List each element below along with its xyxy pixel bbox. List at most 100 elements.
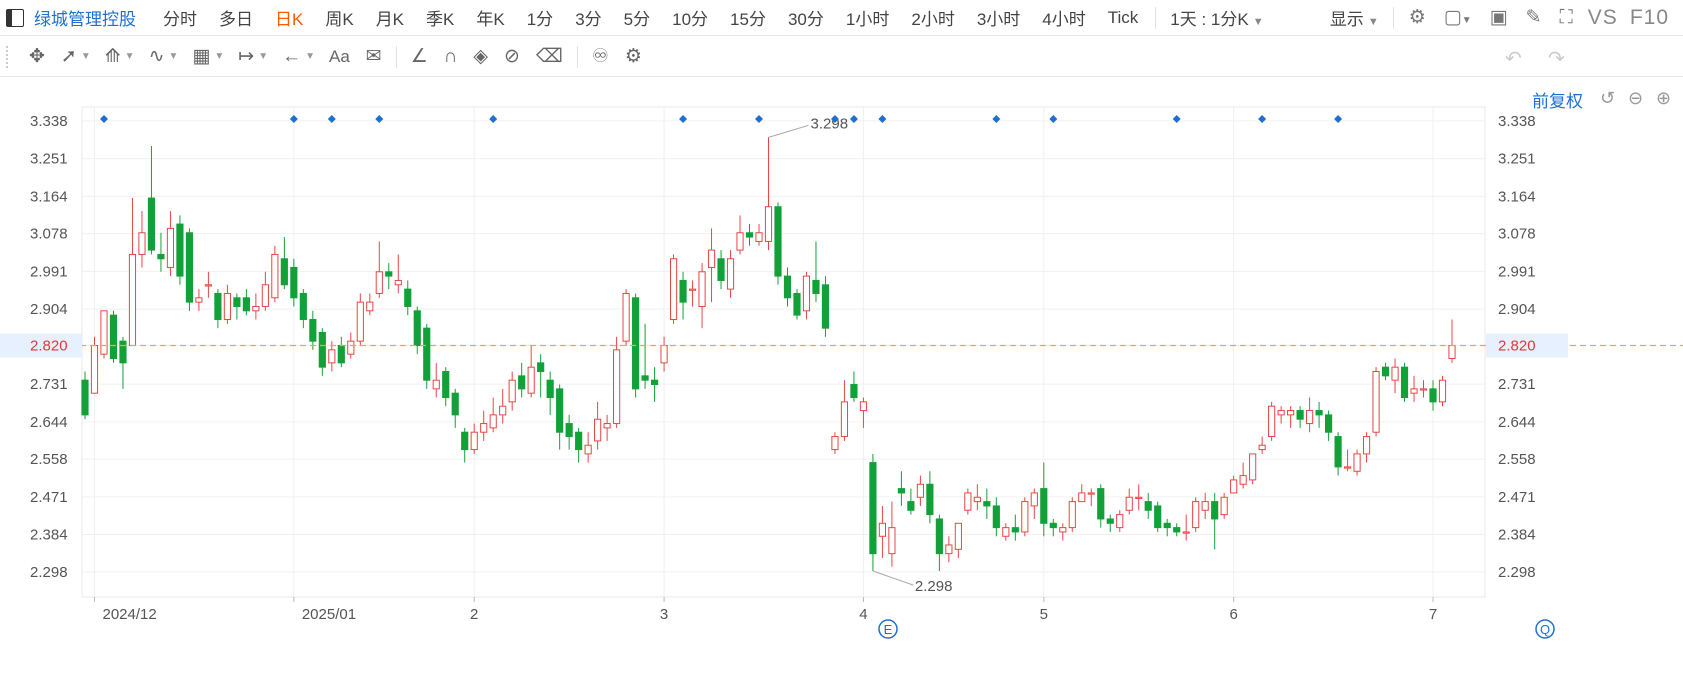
stock-name[interactable]: 绿城管理控股 [34,5,136,30]
period-tab[interactable]: 多日 [208,5,264,30]
candle-body [527,366,535,394]
candle-body [622,292,630,342]
y-tick-label: 2.904 [30,301,68,318]
toolbar-divider [395,45,397,68]
crosshair-move-icon[interactable]: ✥ [29,45,45,68]
y-tick-label: 2.991 [30,263,68,280]
candle-body [1249,453,1257,481]
lock-drawing-icon[interactable]: ◈ [473,45,488,68]
vs-compare-button[interactable]: VS [1588,6,1618,30]
event-marker-q[interactable]: Q [1535,619,1555,639]
y-tick-label: 2.384 [30,527,68,544]
y-tick-label-right: 3.164 [1498,188,1536,205]
settings-gear-icon[interactable]: ⚙ [1409,6,1426,29]
event-marker-e[interactable]: E [878,619,898,639]
camera-icon[interactable]: ▣ [1490,6,1508,29]
period-tab[interactable]: 分时 [152,5,208,30]
fibonacci-tool-icon[interactable]: ▦ [192,45,210,68]
candle-body [366,301,374,312]
drag-handle[interactable] [6,45,11,68]
candle-body [897,488,905,494]
layout-square-icon[interactable]: ▢▼ [1444,6,1472,29]
period-tab[interactable]: 日K [264,5,314,30]
candle-body [584,444,592,455]
period-tab[interactable]: 4小时 [1031,5,1096,30]
candle-body [1201,501,1209,511]
candle-body [328,349,336,364]
candlestick-chart[interactable]: 3.338 3.338 3.251 3.251 3.164 3.164 3.078 3.078… [0,77,1683,676]
candle-body [1059,527,1067,533]
candle-body [783,275,792,299]
toolbar-divider [1155,6,1157,29]
hide-drawing-icon[interactable]: ⊘ [504,45,520,68]
period-tab[interactable]: 30分 [777,5,835,30]
chevron-down-icon[interactable]: ▼ [81,51,91,62]
undo-icon[interactable]: ↶ [1505,46,1522,71]
low-price-label: 2.298 [915,578,953,595]
period-tab[interactable]: 10分 [661,5,719,30]
trash-icon[interactable]: ⌫ [536,45,563,68]
y-tick-label: 2.644 [30,414,68,431]
link-toggle-icon[interactable]: ♾ [592,45,609,68]
candle-body [280,258,288,286]
candle-body [1372,371,1380,433]
chevron-down-icon[interactable]: ▼ [305,51,315,62]
period-tab[interactable]: 15分 [719,5,777,30]
pencil-icon[interactable]: ✎ [1526,6,1542,29]
period-tab[interactable]: 2小时 [900,5,965,30]
candle-body [954,522,962,550]
measure-tool-icon[interactable]: ↦ [238,45,254,68]
chevron-down-icon[interactable]: ▼ [258,51,268,62]
drawing-settings-icon[interactable]: ⚙ [625,45,642,68]
arrow-tool-icon[interactable]: ← [282,46,301,68]
dividend-diamond [755,115,764,123]
candle-body [1287,410,1295,416]
candle-body [404,288,412,307]
candle-body [650,379,659,386]
period-tab[interactable]: 3小时 [966,5,1031,30]
candle-body [309,318,317,342]
period-tab[interactable]: 1小时 [835,5,900,30]
candle-body [347,340,355,355]
sidebar-toggle-icon[interactable] [6,8,24,27]
candle-body [1192,501,1200,529]
candle-body [613,349,621,425]
event-marker-e-text: E [884,622,893,637]
period-tab[interactable]: 季K [415,5,465,30]
candle-body [907,501,915,511]
display-combo[interactable]: 显示 ▼ [1322,5,1387,30]
drawing-toolbar: ✥ ➚ ▼ ⟰ ▼ ∿ ▼ ▦ ▼ ↦ ▼ ← ▼ Aa ✉ ∠ ∩ ◈ ⊘ ⌫ ♾ ⚙ [0,37,1683,77]
line-tool-icon[interactable]: ➚ [61,45,77,68]
candle-body [271,253,279,299]
period-tab[interactable]: 1分 [516,5,564,30]
wave-tool-icon[interactable]: ∿ [149,45,165,68]
chevron-down-icon[interactable]: ▼ [214,51,224,62]
comment-tool-icon[interactable]: ✉ [366,45,382,68]
chevron-down-icon[interactable]: ▼ [169,51,179,62]
fullscreen-icon[interactable]: ⛶ [1559,7,1572,29]
text-tool-icon[interactable]: Aa [329,47,350,67]
period-tab[interactable]: Tick [1097,8,1150,28]
chevron-down-icon[interactable]: ▼ [125,51,135,62]
redo-icon[interactable]: ↷ [1548,46,1565,71]
low-leader-line [872,570,914,586]
y-tick-label: 2.731 [30,376,68,393]
candle-body [499,405,507,416]
f10-button[interactable]: F10 [1630,6,1669,30]
period-tab[interactable]: 周K [314,5,364,30]
candle-body [688,288,697,291]
period-tab[interactable]: 3分 [564,5,612,30]
candle-body [252,305,260,312]
dividend-diamond [849,115,858,123]
angle-tool-icon[interactable]: ∠ [411,45,428,68]
candle-body [508,379,516,403]
magnet-icon[interactable]: ∩ [444,46,458,68]
candle-body [1239,475,1247,485]
period-tab[interactable]: 年K [465,5,515,30]
period-tab[interactable]: 5分 [613,5,661,30]
candle-body [945,544,953,555]
candle-body [1154,505,1162,529]
period-tab[interactable]: 月K [365,5,415,30]
polyline-tool-icon[interactable]: ⟰ [105,45,121,68]
range-combo[interactable]: 1天 : 1分K ▼ [1162,5,1271,30]
